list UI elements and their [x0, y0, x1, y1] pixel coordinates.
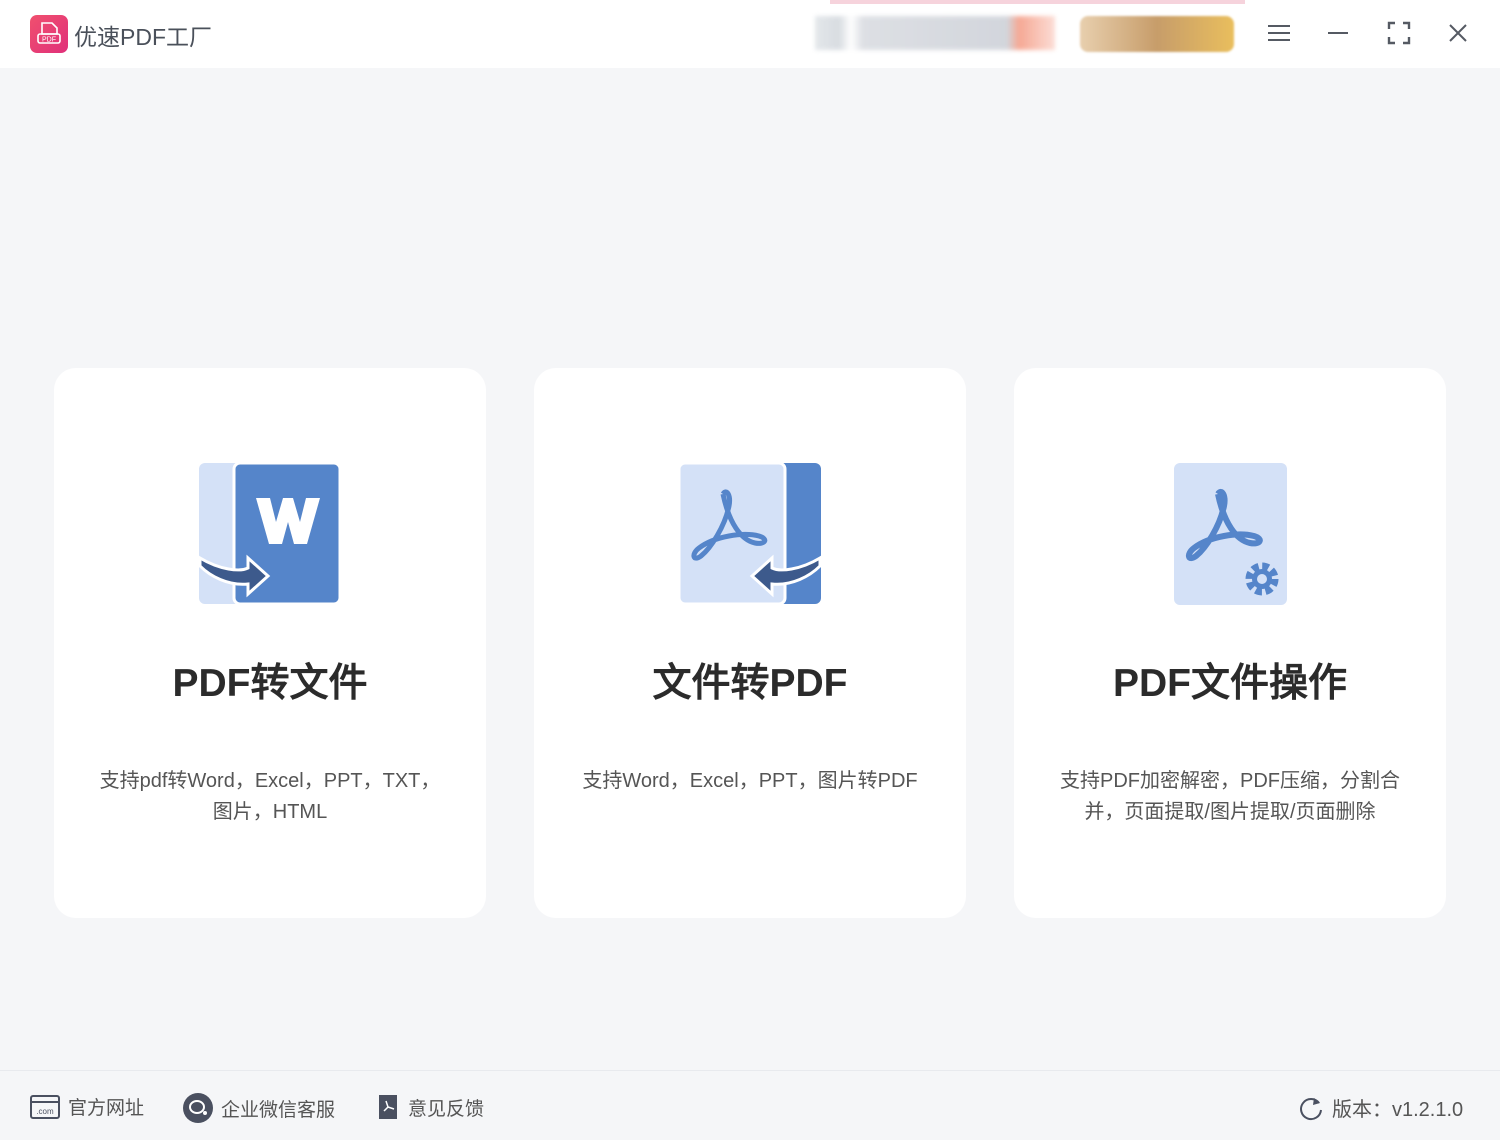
title-bar: PDF 优速PDF工厂	[0, 0, 1500, 68]
pdf-to-word-icon	[198, 462, 342, 606]
footer: .com 官方网址 企业微信客服 意见反馈 版本：v1.2.1.0	[0, 1070, 1500, 1140]
card-description: 支持Word，Excel，PPT，图片转PDF	[564, 766, 936, 797]
card-description: 支持pdf转Word，Excel，PPT，TXT，图片，HTML	[84, 766, 456, 828]
app-logo: PDF	[30, 15, 68, 53]
file-to-pdf-icon	[678, 462, 822, 606]
feedback-icon	[376, 1093, 400, 1121]
wechat-icon	[183, 1093, 213, 1123]
minimize-button[interactable]	[1323, 18, 1353, 48]
card-pdf-to-file[interactable]: PDF转文件 支持pdf转Word，Excel，PPT，TXT，图片，HTML	[54, 368, 486, 918]
menu-button[interactable]	[1264, 18, 1294, 48]
website-link[interactable]: .com 官方网址	[30, 1093, 144, 1120]
card-file-to-pdf[interactable]: 文件转PDF 支持Word，Excel，PPT，图片转PDF	[534, 368, 966, 918]
feedback-link[interactable]: 意见反馈	[376, 1093, 484, 1121]
app-title: 优速PDF工厂	[74, 18, 212, 52]
website-icon: .com	[30, 1094, 60, 1120]
fullscreen-icon	[1387, 21, 1411, 45]
minimize-icon	[1327, 31, 1349, 35]
user-account-blurred[interactable]	[815, 16, 1055, 50]
card-title: PDF文件操作	[1014, 652, 1446, 708]
refresh-icon	[1298, 1095, 1324, 1121]
maximize-button[interactable]	[1384, 18, 1414, 48]
wechat-support-link[interactable]: 企业微信客服	[183, 1093, 335, 1123]
menu-icon	[1267, 24, 1291, 42]
svg-text:PDF: PDF	[42, 37, 56, 44]
pdf-settings-icon	[1158, 462, 1302, 606]
card-title: 文件转PDF	[534, 652, 966, 708]
card-pdf-operations[interactable]: PDF文件操作 支持PDF加密解密，PDF压缩，分割合并，页面提取/图片提取/页…	[1014, 368, 1446, 918]
version-check[interactable]: 版本：v1.2.1.0	[1298, 1093, 1463, 1122]
close-button[interactable]	[1443, 18, 1473, 48]
vip-badge-blurred[interactable]	[1080, 16, 1234, 52]
card-description: 支持PDF加密解密，PDF压缩，分割合并，页面提取/图片提取/页面删除	[1044, 766, 1416, 828]
blurred-banner	[830, 0, 1245, 4]
card-title: PDF转文件	[54, 652, 486, 708]
svg-text:.com: .com	[36, 1107, 54, 1116]
close-icon	[1448, 23, 1468, 43]
